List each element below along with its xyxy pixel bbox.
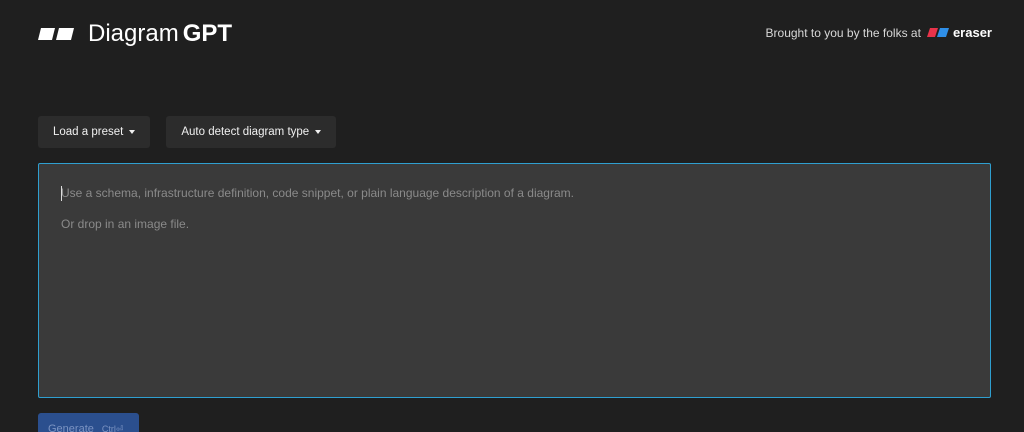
generate-button[interactable]: Generate Ctrl⏎	[38, 413, 139, 432]
toolbar: Load a preset Auto detect diagram type	[38, 116, 337, 148]
diagram-type-dropdown[interactable]: Auto detect diagram type	[166, 116, 337, 148]
caret-down-icon	[315, 130, 322, 134]
page: Diagram GPT Brought to you by the folks a…	[0, 0, 1024, 432]
header: Diagram GPT Brought to you by the folks a…	[0, 0, 1024, 70]
load-preset-label: Load a preset	[53, 126, 124, 138]
diagram-input-textarea[interactable]: Use a schema, infrastructure definition,…	[38, 163, 991, 398]
caret-down-icon	[129, 130, 136, 134]
generate-shortcut: Ctrl⏎	[101, 423, 124, 432]
eraser-brand: eraser	[952, 25, 992, 40]
logo[interactable]: Diagram GPT	[38, 20, 232, 48]
placeholder-line-1: Use a schema, infrastructure definition,…	[61, 186, 574, 200]
diagramgpt-logo-icon	[38, 28, 74, 40]
load-preset-dropdown[interactable]: Load a preset	[38, 116, 151, 148]
eraser-logo-icon	[926, 28, 949, 37]
text-cursor	[61, 186, 62, 201]
diagram-type-label: Auto detect diagram type	[181, 126, 310, 138]
logo-text: Diagram GPT	[88, 20, 232, 48]
logo-text-bold: GPT	[182, 20, 233, 47]
placeholder-line-2: Or drop in an image file.	[61, 217, 190, 231]
generate-label: Generate	[48, 423, 94, 432]
logo-text-light: Diagram	[88, 20, 179, 47]
credit[interactable]: Brought to you by the folks at eraser	[766, 25, 992, 40]
credit-text: Brought to you by the folks at	[765, 25, 921, 40]
